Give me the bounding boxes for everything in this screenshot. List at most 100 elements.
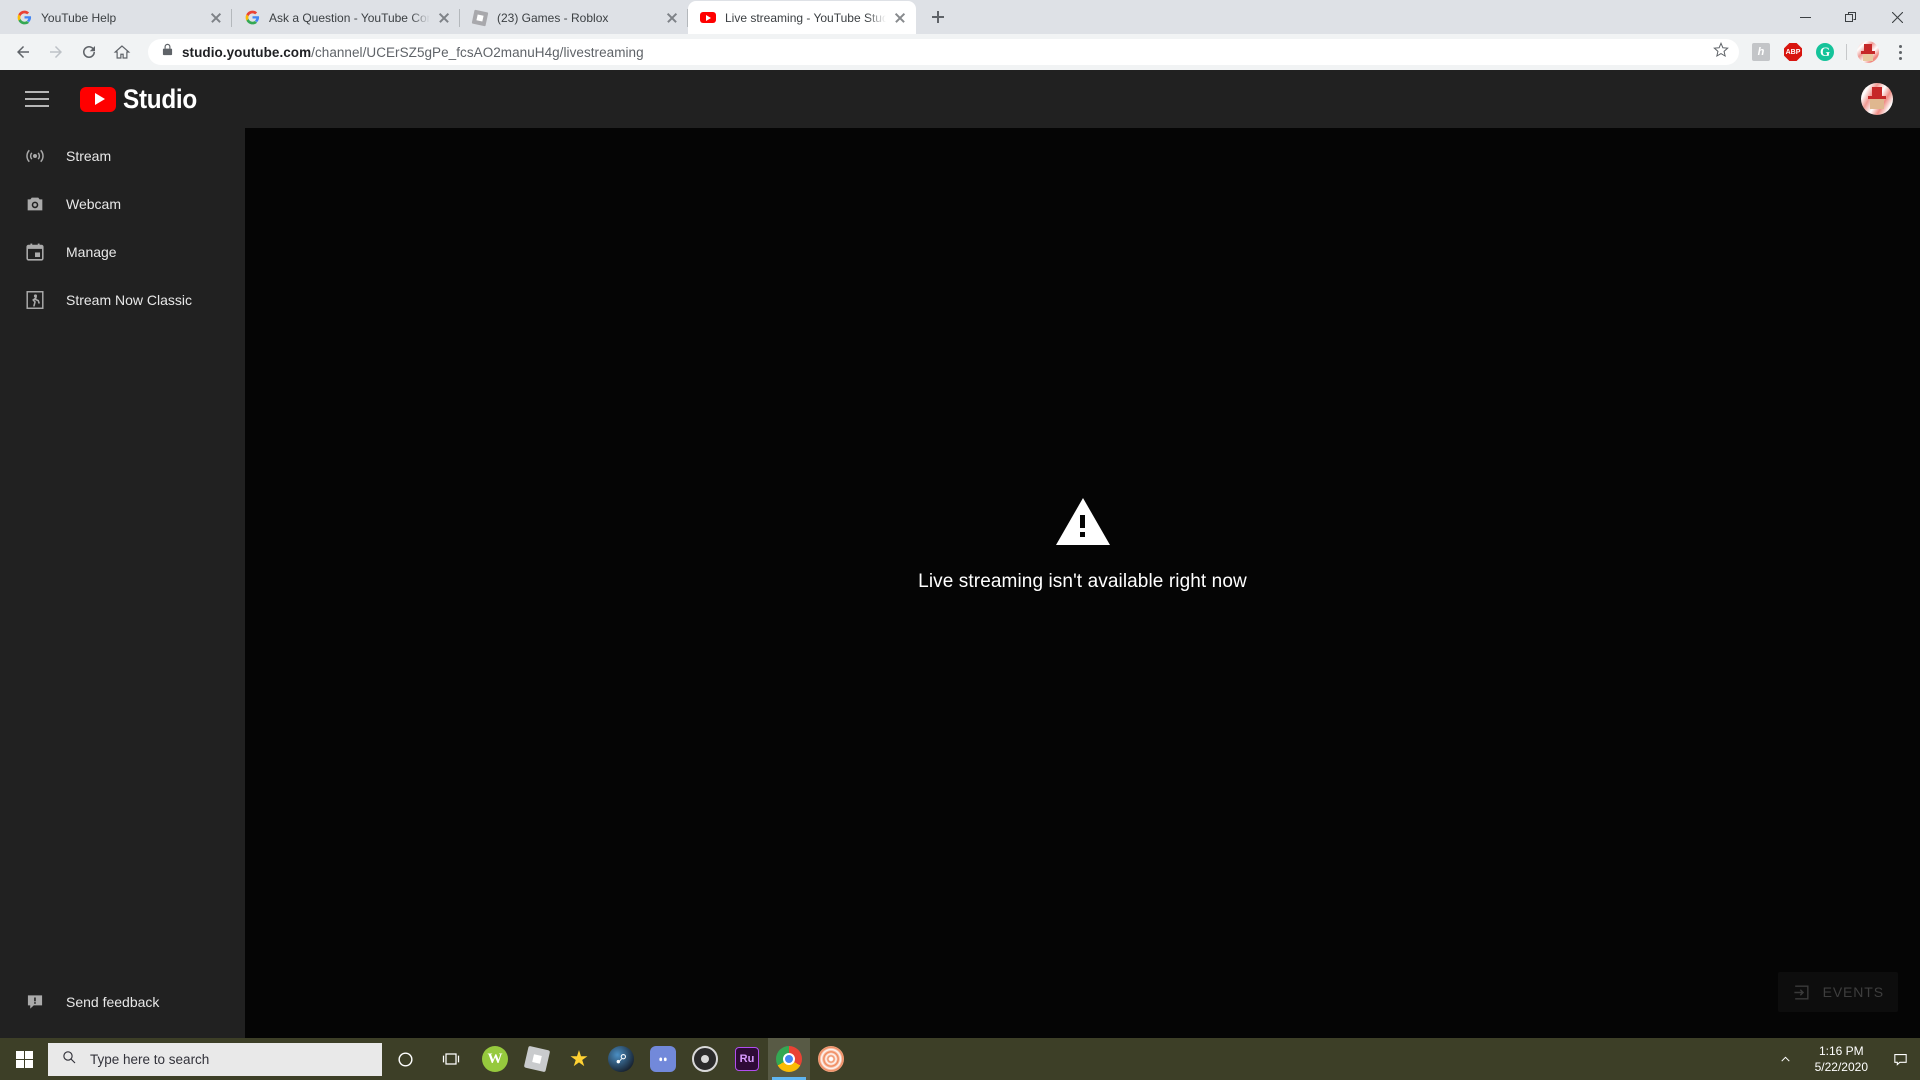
events-label: EVENTS <box>1822 984 1884 1000</box>
account-avatar[interactable] <box>1861 83 1893 115</box>
discord-icon <box>650 1046 676 1072</box>
guide-menu-icon[interactable] <box>22 84 52 114</box>
taskbar-search-input[interactable]: Type here to search <box>48 1042 382 1076</box>
roblox-icon <box>471 9 489 26</box>
chrome-profile-avatar[interactable] <box>1856 40 1880 64</box>
sidebar-label: Webcam <box>66 196 121 212</box>
window-controls <box>1782 0 1920 34</box>
notification-icon[interactable] <box>1880 1038 1920 1080</box>
events-button[interactable]: EVENTS <box>1777 972 1898 1012</box>
home-button[interactable] <box>107 37 137 67</box>
cortana-icon[interactable] <box>382 1038 428 1080</box>
taskbar-app-wattpad[interactable]: W <box>474 1038 516 1080</box>
close-button[interactable] <box>1874 0 1920 34</box>
warning-triangle-icon <box>1055 497 1110 545</box>
sidebar-label: Stream Now Classic <box>66 292 193 308</box>
close-icon[interactable] <box>436 10 452 26</box>
roblox-icon <box>523 1045 551 1073</box>
calendar-icon <box>22 241 48 263</box>
adblock-plus-extension-icon[interactable]: ABP <box>1781 40 1805 64</box>
reload-button[interactable] <box>74 37 104 67</box>
forward-button <box>41 37 71 67</box>
stream-preview-area: Live streaming isn't available right now… <box>245 128 1920 1050</box>
taskbar-app-chrome[interactable] <box>768 1038 810 1080</box>
abp-label: ABP <box>1784 43 1802 61</box>
close-icon[interactable] <box>208 10 224 26</box>
send-feedback-label: Send feedback <box>66 994 160 1010</box>
windows-logo-icon <box>15 1050 33 1068</box>
broadcast-icon <box>22 145 48 167</box>
show-hidden-icons-chevron-up-icon[interactable] <box>1769 1038 1803 1080</box>
browser-tab[interactable]: (23) Games - Roblox <box>460 1 688 34</box>
browser-tab[interactable]: YouTube Help <box>4 1 232 34</box>
search-placeholder: Type here to search <box>90 1051 210 1067</box>
browser-tab[interactable]: Ask a Question - YouTube Comm <box>232 1 460 34</box>
chrome-menu-icon[interactable] <box>1888 40 1912 64</box>
close-icon[interactable] <box>892 10 908 26</box>
google-icon <box>16 10 32 26</box>
youtube-studio-logo[interactable]: Studio <box>80 84 205 115</box>
url-text: studio.youtube.com/channel/UCErSZ5gPe_fc… <box>182 45 1713 60</box>
maximize-restore-button[interactable] <box>1828 0 1874 34</box>
close-icon[interactable] <box>664 10 680 26</box>
system-tray: 1:16 PM 5/22/2020 <box>1769 1038 1920 1080</box>
youtube-studio-page: Studio Stream Webcam Manage Stream Now C… <box>0 70 1920 1050</box>
browser-window: YouTube Help Ask a Question - YouTube Co… <box>0 0 1920 1080</box>
obs-icon <box>692 1046 718 1072</box>
taskbar-app-discord[interactable] <box>642 1038 684 1080</box>
browser-tab-active[interactable]: Live streaming - YouTube Studio <box>688 1 916 34</box>
tab-title: (23) Games - Roblox <box>497 10 609 25</box>
tab-title: Ask a Question - YouTube Comm <box>269 10 430 25</box>
sidebar-item-stream-now-classic[interactable]: Stream Now Classic <box>0 276 245 324</box>
browser-toolbar: studio.youtube.com/channel/UCErSZ5gPe_fc… <box>0 34 1920 70</box>
bookmark-star-icon[interactable] <box>1713 41 1729 63</box>
new-tab-button[interactable] <box>924 3 952 31</box>
address-bar[interactable]: studio.youtube.com/channel/UCErSZ5gPe_fc… <box>148 39 1739 65</box>
star-icon: ★ <box>569 1046 589 1071</box>
camera-icon <box>22 193 48 215</box>
sidebar-label: Manage <box>66 244 117 260</box>
youtube-play-icon <box>80 86 116 112</box>
grammarly-extension-icon[interactable]: G <box>1813 40 1837 64</box>
taskbar-app-obs[interactable] <box>684 1038 726 1080</box>
start-button[interactable] <box>0 1038 48 1080</box>
url-path: /channel/UCErSZ5gPe_fcsAO2manuH4g/livest… <box>311 44 644 60</box>
honey-label: h <box>1752 43 1770 61</box>
taskbar-clock[interactable]: 1:16 PM 5/22/2020 <box>1803 1043 1880 1075</box>
feedback-icon <box>22 992 48 1012</box>
wattpad-icon: W <box>482 1046 508 1072</box>
studio-sidebar: Stream Webcam Manage Stream Now Classic … <box>0 128 245 1050</box>
studio-header: Studio <box>0 70 1920 128</box>
google-icon <box>244 10 260 26</box>
windows-taskbar: Type here to search W ★ Ru 1:16 PM 5/22/… <box>0 1038 1920 1080</box>
search-icon <box>61 1049 77 1070</box>
spiral-icon <box>818 1046 844 1072</box>
sidebar-item-manage[interactable]: Manage <box>0 228 245 276</box>
sidebar-item-stream[interactable]: Stream <box>0 132 245 180</box>
running-person-icon <box>22 289 48 311</box>
studio-wordmark: Studio <box>123 83 197 114</box>
clock-date: 5/22/2020 <box>1814 1060 1868 1074</box>
enter-arrow-icon <box>1792 982 1812 1002</box>
send-feedback-button[interactable]: Send feedback <box>0 982 159 1022</box>
steam-icon <box>608 1046 634 1072</box>
taskbar-app-star[interactable]: ★ <box>558 1038 600 1080</box>
honey-extension-icon[interactable]: h <box>1749 40 1773 64</box>
tab-strip: YouTube Help Ask a Question - YouTube Co… <box>0 0 1920 34</box>
toolbar-divider <box>1846 44 1847 60</box>
tab-title: Live streaming - YouTube Studio <box>725 10 886 25</box>
unavailable-text: Live streaming isn't available right now <box>918 570 1247 592</box>
taskbar-app-steam[interactable] <box>600 1038 642 1080</box>
back-button[interactable] <box>8 37 38 67</box>
youtube-icon <box>700 10 716 26</box>
chrome-icon <box>776 1046 802 1072</box>
clock-time: 1:16 PM <box>1818 1044 1864 1058</box>
unavailable-message: Live streaming isn't available right now <box>918 497 1247 593</box>
premiere-rush-icon: Ru <box>735 1047 759 1071</box>
minimize-button[interactable] <box>1782 0 1828 34</box>
sidebar-item-webcam[interactable]: Webcam <box>0 180 245 228</box>
taskbar-app-premiere-rush[interactable]: Ru <box>726 1038 768 1080</box>
taskbar-app-spiral[interactable] <box>810 1038 852 1080</box>
task-view-icon[interactable] <box>428 1038 474 1080</box>
taskbar-app-roblox[interactable] <box>516 1038 558 1080</box>
